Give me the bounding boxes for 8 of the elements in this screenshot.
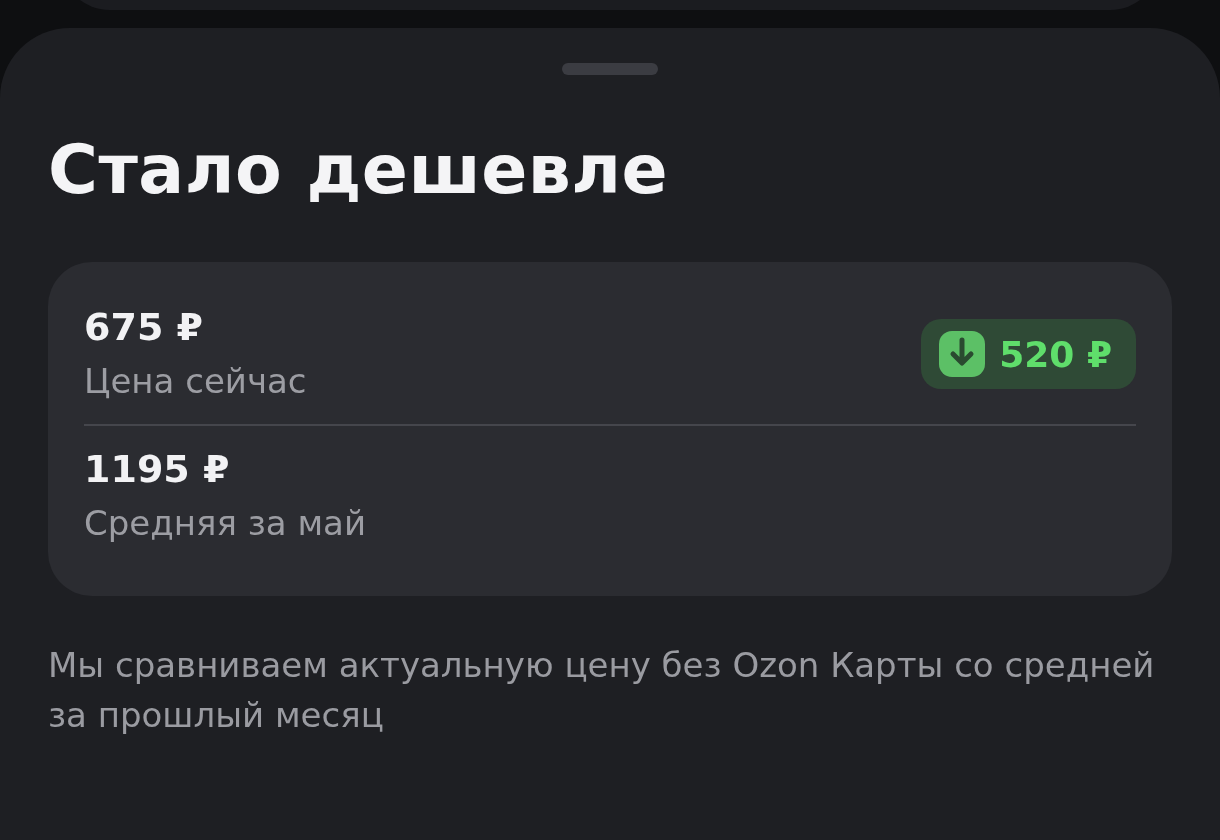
price-label: Средняя за май	[84, 502, 366, 545]
price-value: 675 ₽	[84, 304, 204, 351]
sheet-title: Стало дешевле	[48, 130, 670, 210]
explanation-text: Мы сравниваем актуальную цену без Ozon Карты со средней за прошлый месяц	[48, 644, 1156, 737]
price-value: 1195 ₽	[84, 446, 231, 493]
price-label: Цена сейчас	[84, 360, 307, 403]
price-drop-amount: 520 ₽	[999, 333, 1112, 375]
drag-handle[interactable]	[562, 63, 658, 75]
